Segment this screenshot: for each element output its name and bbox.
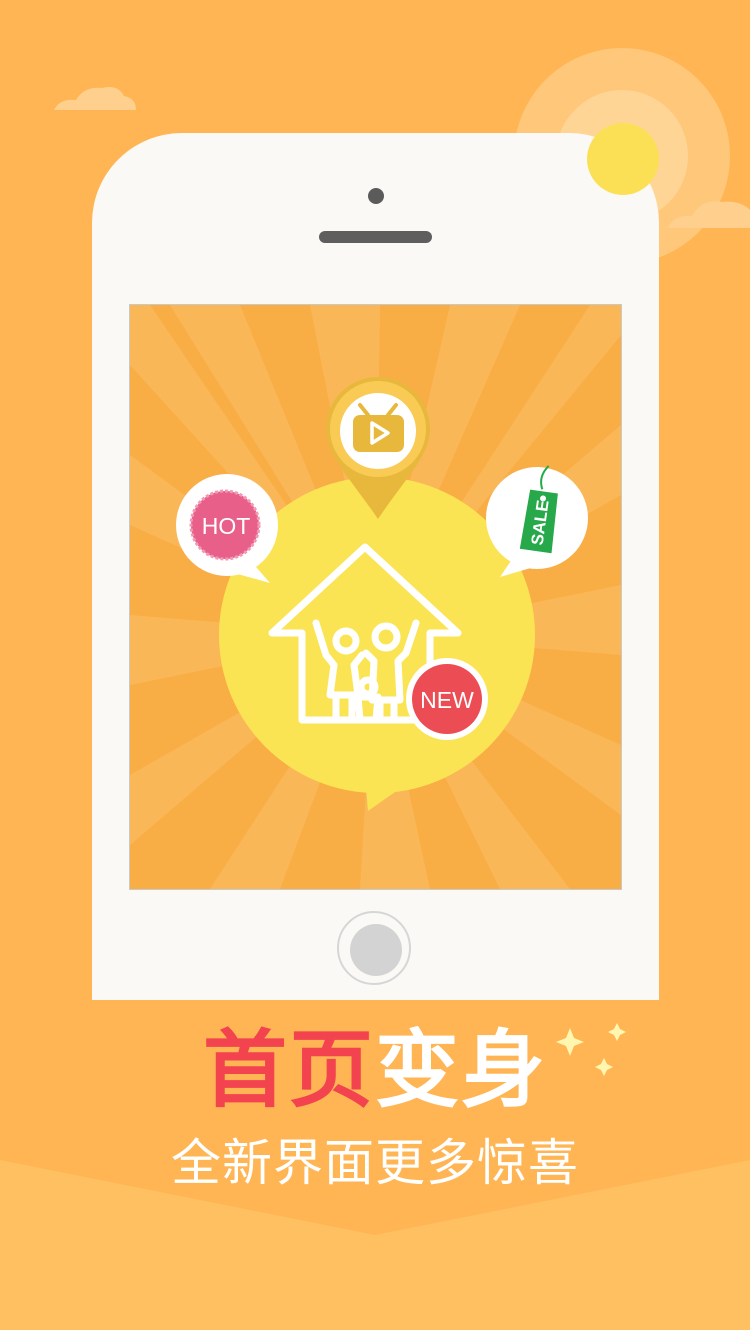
subheadline: 全新界面更多惊喜 — [171, 1135, 579, 1191]
sun-icon — [587, 123, 659, 195]
hot-badge-label: HOT — [202, 513, 251, 539]
new-badge: NEW — [406, 658, 488, 740]
headline-part2: 变身 — [375, 1023, 548, 1117]
headline: 首页变身 — [0, 1028, 750, 1112]
screen-illustration: HOT SALE NEW — [130, 305, 621, 889]
phone-camera — [368, 188, 384, 204]
home-button-center — [350, 924, 402, 976]
cloud-left — [54, 87, 136, 110]
new-badge-label: NEW — [420, 687, 474, 713]
headline-part1: 首页 — [202, 1023, 375, 1117]
phone-frame: HOT SALE NEW — [92, 133, 659, 1000]
phone-screen: HOT SALE NEW — [129, 304, 622, 890]
phone-speaker — [319, 231, 432, 243]
home-button[interactable] — [337, 911, 411, 985]
